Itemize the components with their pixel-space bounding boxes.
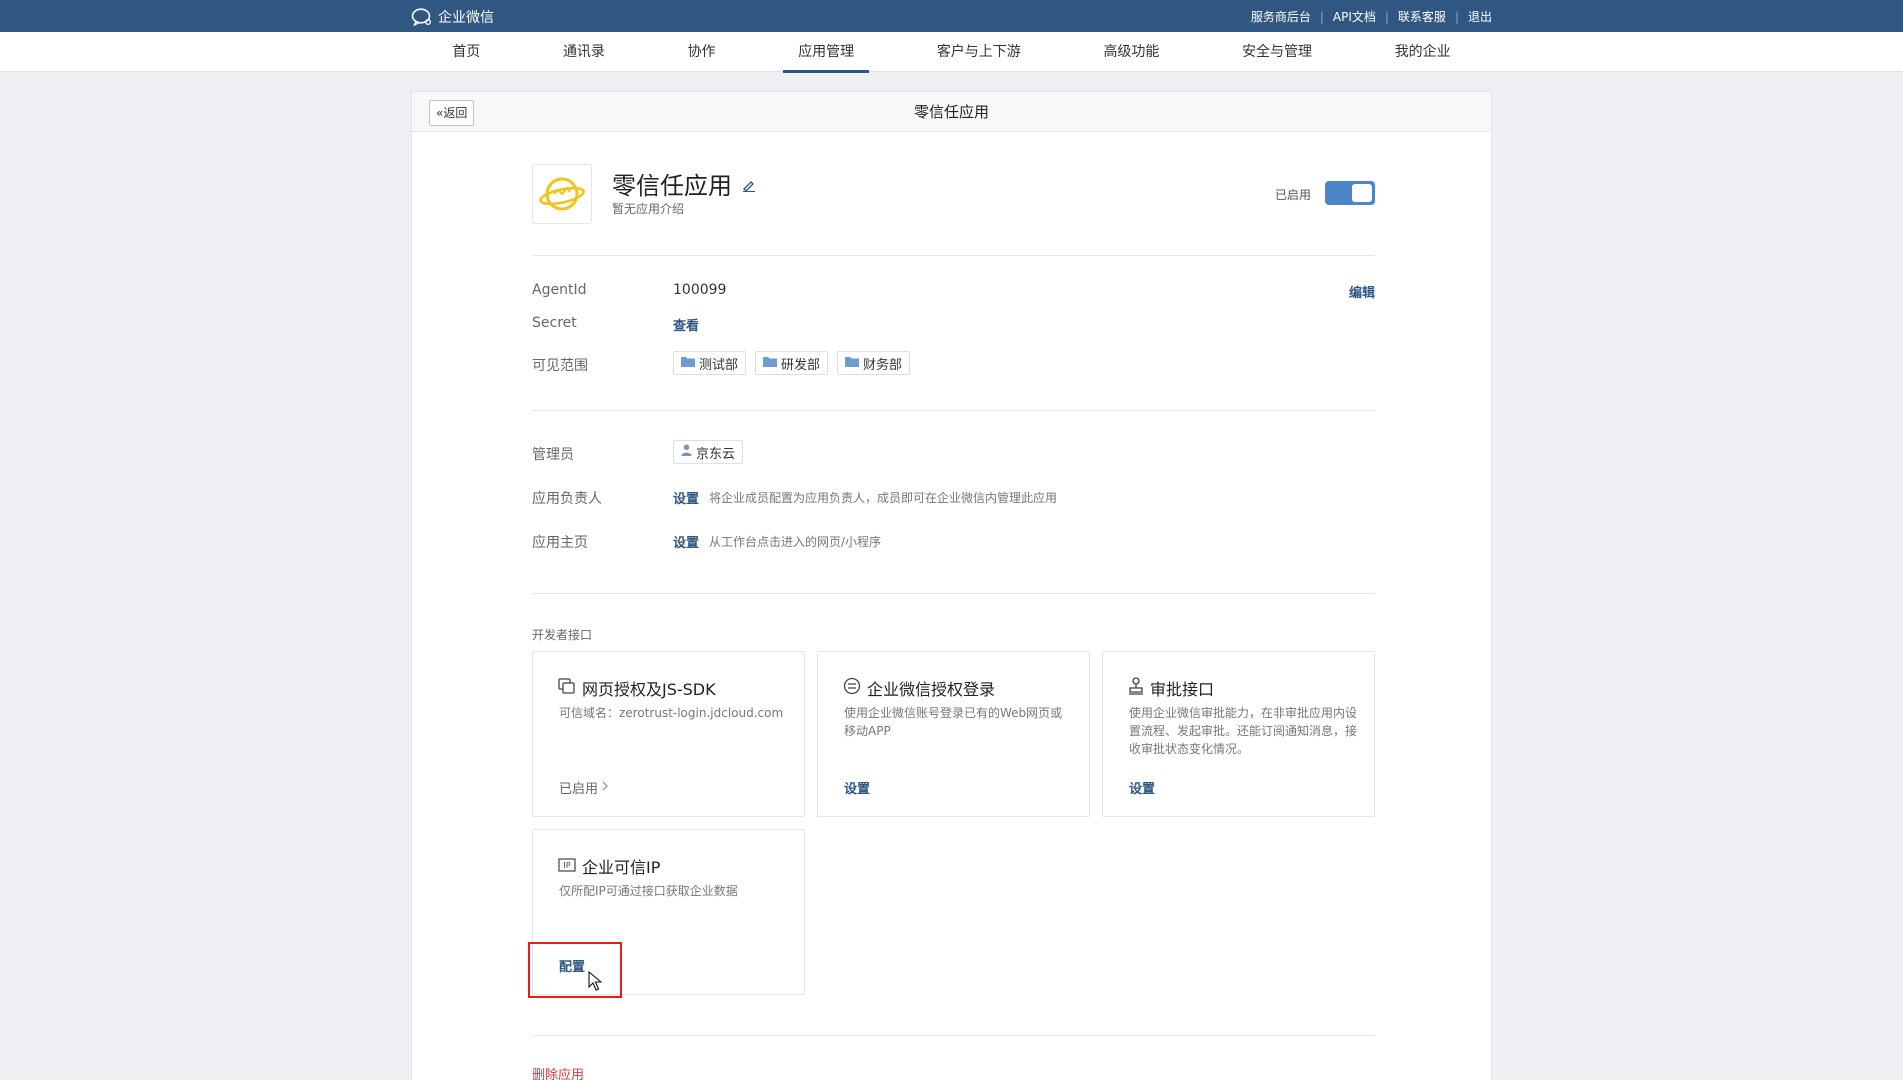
card-setup-link[interactable]: 设置 bbox=[844, 778, 870, 797]
view-secret-link[interactable]: 查看 bbox=[673, 315, 699, 334]
admin-label: 管理员 bbox=[532, 447, 574, 463]
card-title: IP 企业可信IP bbox=[558, 854, 660, 878]
divider bbox=[532, 1035, 1375, 1036]
app-icon[interactable] bbox=[532, 164, 592, 224]
owner-value: 设置 将企业成员配置为应用负责人，成员即可在企业微信内管理此应用 bbox=[673, 488, 1057, 507]
separator: | bbox=[1319, 9, 1324, 24]
set-homepage-link[interactable]: 设置 bbox=[673, 532, 699, 551]
brand-logo[interactable]: 企业微信 bbox=[411, 7, 494, 27]
main-nav: 首页 通讯录 协作 应用管理 客户与上下游 高级功能 安全与管理 我的企业 bbox=[0, 32, 1903, 73]
nav-advanced[interactable]: 高级功能 bbox=[1088, 32, 1174, 72]
toggle-knob bbox=[1352, 184, 1372, 202]
content: 零信任应用 暂无应用介绍 已启用 AgentId 100099 编辑 Secre… bbox=[528, 164, 1375, 1080]
card-status[interactable]: 已启用 bbox=[559, 778, 609, 797]
folder-icon bbox=[845, 356, 860, 371]
nav-contacts[interactable]: 通讯录 bbox=[548, 32, 620, 72]
link-logout[interactable]: 退出 bbox=[1468, 8, 1492, 25]
enable-status-label: 已启用 bbox=[1274, 188, 1311, 202]
user-icon bbox=[681, 444, 692, 460]
visible-scope-label: 可见范围 bbox=[532, 358, 588, 374]
nav-collaboration[interactable]: 协作 bbox=[673, 32, 731, 72]
homepage-label: 应用主页 bbox=[532, 535, 588, 551]
card-title: 审批接口 bbox=[1128, 676, 1214, 700]
panel-title: 零信任应用 bbox=[913, 103, 989, 121]
owner-hint: 将企业成员配置为应用负责人，成员即可在企业微信内管理此应用 bbox=[709, 491, 1058, 505]
link-contact-support[interactable]: 联系客服 bbox=[1398, 8, 1446, 25]
login-circle-icon bbox=[843, 677, 861, 699]
delete-app-link[interactable]: 删除应用 bbox=[532, 1064, 584, 1080]
app-description: 暂无应用介绍 bbox=[612, 202, 685, 216]
back-button[interactable]: «返回 bbox=[429, 100, 475, 126]
divider bbox=[532, 410, 1375, 411]
homepage-value: 设置 从工作台点击进入的网页/小程序 bbox=[673, 532, 881, 551]
separator: | bbox=[1454, 9, 1459, 24]
secret-label: Secret bbox=[532, 315, 577, 331]
top-bar: 企业微信 服务商后台 | API文档 | 联系客服 | 退出 bbox=[0, 0, 1903, 32]
card-title: 企业微信授权登录 bbox=[843, 676, 995, 700]
link-api-docs[interactable]: API文档 bbox=[1333, 8, 1376, 25]
panel-header: «返回 零信任应用 bbox=[412, 92, 1491, 132]
app-detail-panel: «返回 零信任应用 零信任应用 暂无应用介绍 已启用 AgentId 10009… bbox=[411, 91, 1492, 1080]
separator: | bbox=[1384, 9, 1389, 24]
card-desc: 仅所配IP可通过接口获取企业数据 bbox=[559, 884, 738, 898]
admin-tags: 京东云 bbox=[673, 440, 744, 464]
top-links: 服务商后台 | API文档 | 联系客服 | 退出 bbox=[1251, 8, 1492, 25]
copy-windows-icon bbox=[558, 678, 576, 698]
card-desc: 使用企业微信账号登录已有的Web网页或移动APP bbox=[844, 706, 1063, 738]
enable-toggle[interactable] bbox=[1325, 181, 1375, 205]
scope-tags: 测试部 研发部 财务部 bbox=[673, 351, 911, 375]
svg-text:IP: IP bbox=[563, 861, 570, 870]
admin-tag[interactable]: 京东云 bbox=[673, 440, 744, 464]
api-card-wecom-login[interactable]: 企业微信授权登录 使用企业微信账号登录已有的Web网页或移动APP 设置 bbox=[817, 651, 1090, 817]
folder-icon bbox=[763, 356, 778, 371]
stamp-icon bbox=[1128, 677, 1144, 699]
highlight-box bbox=[528, 942, 622, 998]
app-header: 零信任应用 暂无应用介绍 已启用 bbox=[532, 164, 1375, 256]
divider bbox=[532, 593, 1375, 594]
scope-tag[interactable]: 测试部 bbox=[673, 351, 747, 375]
planet-logo-icon bbox=[539, 177, 585, 211]
nav-app-management[interactable]: 应用管理 bbox=[783, 32, 870, 73]
brand-name: 企业微信 bbox=[438, 10, 494, 26]
wecom-logo-icon bbox=[411, 8, 433, 26]
scope-tag[interactable]: 财务部 bbox=[837, 351, 911, 375]
card-desc: 使用企业微信审批能力，在非审批应用内设置流程、发起审批。还能订阅通知消息，接收审… bbox=[1129, 706, 1358, 756]
folder-icon bbox=[681, 356, 695, 371]
card-title: 网页授权及JS-SDK bbox=[558, 676, 716, 700]
nav-security[interactable]: 安全与管理 bbox=[1227, 32, 1327, 72]
mouse-cursor-icon bbox=[588, 970, 603, 995]
homepage-hint: 从工作台点击进入的网页/小程序 bbox=[709, 535, 882, 549]
ip-icon: IP bbox=[558, 857, 576, 876]
scope-tag[interactable]: 研发部 bbox=[755, 351, 829, 375]
edit-button[interactable]: 编辑 bbox=[1349, 282, 1375, 301]
set-owner-link[interactable]: 设置 bbox=[673, 488, 699, 507]
card-desc: 可信域名：zerotrust-login.jdcloud.com bbox=[559, 706, 784, 720]
api-card-approval[interactable]: 审批接口 使用企业微信审批能力，在非审批应用内设置流程、发起审批。还能订阅通知消… bbox=[1102, 651, 1375, 817]
owner-label: 应用负责人 bbox=[532, 491, 602, 507]
nav-home[interactable]: 首页 bbox=[437, 32, 495, 72]
pencil-icon[interactable] bbox=[742, 170, 756, 198]
agentid-value: 100099 bbox=[673, 282, 727, 298]
card-setup-link[interactable]: 设置 bbox=[1129, 778, 1155, 797]
nav-my-enterprise[interactable]: 我的企业 bbox=[1380, 32, 1466, 72]
chevron-right-icon bbox=[602, 780, 609, 795]
link-provider-backend[interactable]: 服务商后台 bbox=[1251, 8, 1311, 25]
agentid-label: AgentId bbox=[532, 282, 587, 298]
developer-section-title: 开发者接口 bbox=[532, 628, 593, 642]
app-name: 零信任应用 bbox=[612, 166, 756, 201]
nav-customers[interactable]: 客户与上下游 bbox=[922, 32, 1036, 72]
api-card-web-auth[interactable]: 网页授权及JS-SDK 可信域名：zerotrust-login.jdcloud… bbox=[532, 651, 805, 817]
